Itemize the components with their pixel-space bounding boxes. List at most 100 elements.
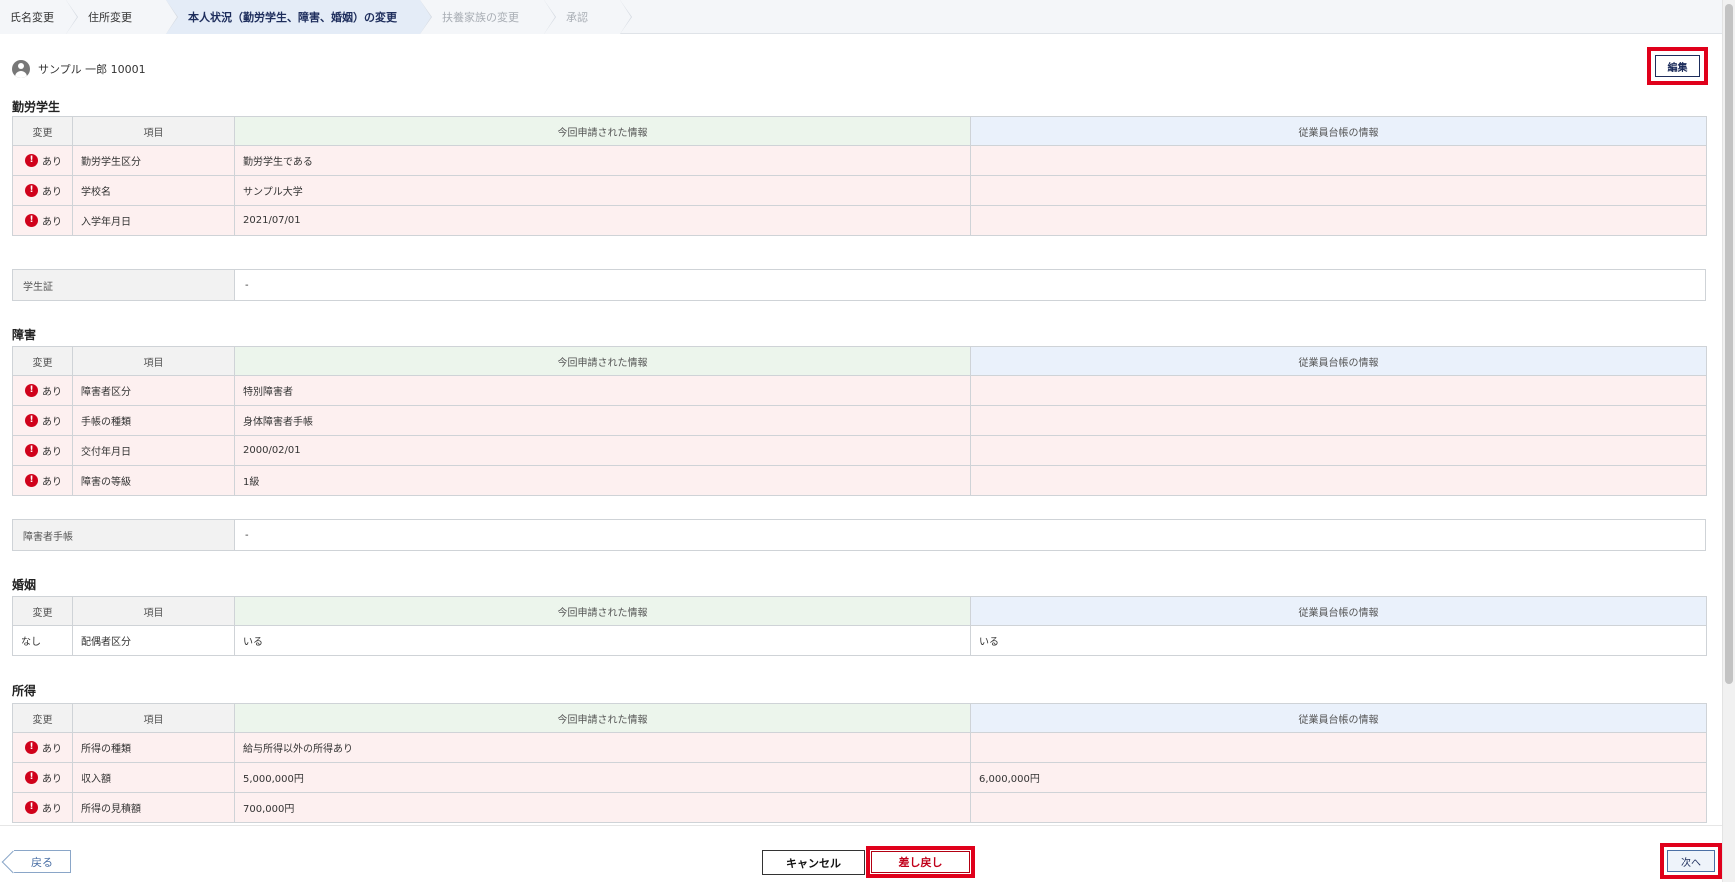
alert-icon: ! xyxy=(25,444,38,457)
attachment-label: 障害者手帳 xyxy=(12,519,235,551)
new-info-cell: 5,000,000円 xyxy=(234,762,971,793)
current-info-cell: いる xyxy=(970,625,1707,656)
table-header-row: 変更 項目 今回申請された情報 従業員台帳の情報 xyxy=(12,116,1707,146)
alert-icon: ! xyxy=(25,184,38,197)
item-cell: 手帳の種類 xyxy=(72,405,235,436)
current-info-cell xyxy=(970,732,1707,763)
table-header-row: 変更 項目 今回申請された情報 従業員台帳の情報 xyxy=(12,346,1707,376)
disability-cert-attachment: 障害者手帳 - xyxy=(12,519,1706,551)
change-label: あり xyxy=(42,774,62,785)
item-cell: 配偶者区分 xyxy=(72,625,235,656)
step-name-change[interactable]: 氏名変更 xyxy=(0,0,78,34)
edit-button-highlight: 編集 xyxy=(1647,47,1708,85)
next-button[interactable]: 次へ xyxy=(1667,850,1715,872)
footer-action-bar: 戻る キャンセル 差し戻し 次へ xyxy=(0,825,1722,882)
item-cell: 障害の等級 xyxy=(72,465,235,496)
change-label: あり xyxy=(42,157,62,168)
alert-icon: ! xyxy=(25,214,38,227)
new-info-cell: いる xyxy=(234,625,971,656)
column-header-change: 変更 xyxy=(12,596,73,626)
column-header-change: 変更 xyxy=(12,346,73,376)
step-address-change[interactable]: 住所変更 xyxy=(66,0,178,34)
table-row: ! あり 所得の種類 給与所得以外の所得あり xyxy=(12,732,1707,763)
column-header-new-info: 今回申請された情報 xyxy=(234,346,971,376)
column-header-item: 項目 xyxy=(72,116,235,146)
step-label: 氏名変更 xyxy=(10,11,54,24)
new-info-cell: 勤労学生である xyxy=(234,145,971,176)
change-cell: ! あり xyxy=(12,175,73,206)
change-label: あり xyxy=(42,447,62,458)
current-info-cell: 6,000,000円 xyxy=(970,762,1707,793)
cancel-button[interactable]: キャンセル xyxy=(762,850,865,875)
table-row: ! あり 入学年月日 2021/07/01 xyxy=(12,205,1707,236)
step-personal-status-change[interactable]: 本人状況（勤労学生、障害、婚姻）の変更 xyxy=(166,0,432,34)
current-info-cell xyxy=(970,175,1707,206)
new-info-cell: 給与所得以外の所得あり xyxy=(234,732,971,763)
step-label: 住所変更 xyxy=(88,11,132,24)
table-row: ! あり 勤労学生区分 勤労学生である xyxy=(12,145,1707,176)
change-cell: ! あり xyxy=(12,205,73,236)
column-header-current-info: 従業員台帳の情報 xyxy=(970,703,1707,733)
new-info-cell: 身体障害者手帳 xyxy=(234,405,971,436)
column-header-new-info: 今回申請された情報 xyxy=(234,703,971,733)
current-info-cell xyxy=(970,205,1707,236)
student-table: 変更 項目 今回申請された情報 従業員台帳の情報 ! あり 勤労学生区分 勤労学生… xyxy=(12,116,1707,236)
alert-icon: ! xyxy=(25,154,38,167)
item-cell: 入学年月日 xyxy=(72,205,235,236)
change-label: あり xyxy=(42,477,62,488)
item-cell: 所得の見積額 xyxy=(72,792,235,823)
section-title-disability: 障害 xyxy=(12,328,37,342)
section-title-income: 所得 xyxy=(12,684,37,698)
change-label: あり xyxy=(42,387,62,398)
back-button[interactable]: 戻る xyxy=(14,850,71,873)
column-header-current-info: 従業員台帳の情報 xyxy=(970,596,1707,626)
column-header-new-info: 今回申請された情報 xyxy=(234,116,971,146)
table-row: ! あり 収入額 5,000,000円 6,000,000円 xyxy=(12,762,1707,793)
user-avatar-icon xyxy=(12,60,30,78)
edit-button[interactable]: 編集 xyxy=(1655,55,1700,77)
alert-icon: ! xyxy=(25,384,38,397)
column-header-current-info: 従業員台帳の情報 xyxy=(970,346,1707,376)
change-label: あり xyxy=(42,417,62,428)
table-row: ! あり 手帳の種類 身体障害者手帳 xyxy=(12,405,1707,436)
column-header-item: 項目 xyxy=(72,703,235,733)
item-cell: 学校名 xyxy=(72,175,235,206)
current-info-cell xyxy=(970,792,1707,823)
employee-name: サンプル 一郎 10001 xyxy=(38,63,146,76)
new-info-cell: 1級 xyxy=(234,465,971,496)
current-info-cell xyxy=(970,405,1707,436)
student-id-attachment: 学生証 - xyxy=(12,269,1706,301)
attachment-value: - xyxy=(234,519,1706,551)
change-label: あり xyxy=(42,744,62,755)
change-label: あり xyxy=(42,217,62,228)
change-cell: ! あり xyxy=(12,405,73,436)
new-info-cell: 2021/07/01 xyxy=(234,205,971,236)
change-cell: ! あり xyxy=(12,435,73,466)
scrollbar-thumb[interactable] xyxy=(1725,4,1733,684)
vertical-scrollbar[interactable] xyxy=(1722,0,1735,882)
current-info-cell xyxy=(970,465,1707,496)
table-row: ! あり 障害者区分 特別障害者 xyxy=(12,375,1707,406)
next-button-highlight: 次へ xyxy=(1660,843,1722,879)
column-header-current-info: 従業員台帳の情報 xyxy=(970,116,1707,146)
current-info-cell xyxy=(970,435,1707,466)
progress-stepper: 氏名変更 住所変更 本人状況（勤労学生、障害、婚姻）の変更 扶養家族の変更 承認 xyxy=(0,0,1722,34)
item-cell: 収入額 xyxy=(72,762,235,793)
change-cell: ! あり xyxy=(12,465,73,496)
table-row: なし 配偶者区分 いる いる xyxy=(12,625,1707,656)
change-label: あり xyxy=(42,187,62,198)
table-row: ! あり 交付年月日 2000/02/01 xyxy=(12,435,1707,466)
send-back-button[interactable]: 差し戻し xyxy=(871,851,970,873)
change-cell: ! あり xyxy=(12,375,73,406)
item-cell: 所得の種類 xyxy=(72,732,235,763)
change-label: あり xyxy=(42,804,62,815)
table-row: ! あり 学校名 サンプル大学 xyxy=(12,175,1707,206)
current-info-cell xyxy=(970,375,1707,406)
table-header-row: 変更 項目 今回申請された情報 従業員台帳の情報 xyxy=(12,703,1707,733)
new-info-cell: 特別障害者 xyxy=(234,375,971,406)
employee-info: サンプル 一郎 10001 xyxy=(12,60,146,78)
column-header-change: 変更 xyxy=(12,116,73,146)
alert-icon: ! xyxy=(25,801,38,814)
column-header-change: 変更 xyxy=(12,703,73,733)
change-cell: ! あり xyxy=(12,762,73,793)
